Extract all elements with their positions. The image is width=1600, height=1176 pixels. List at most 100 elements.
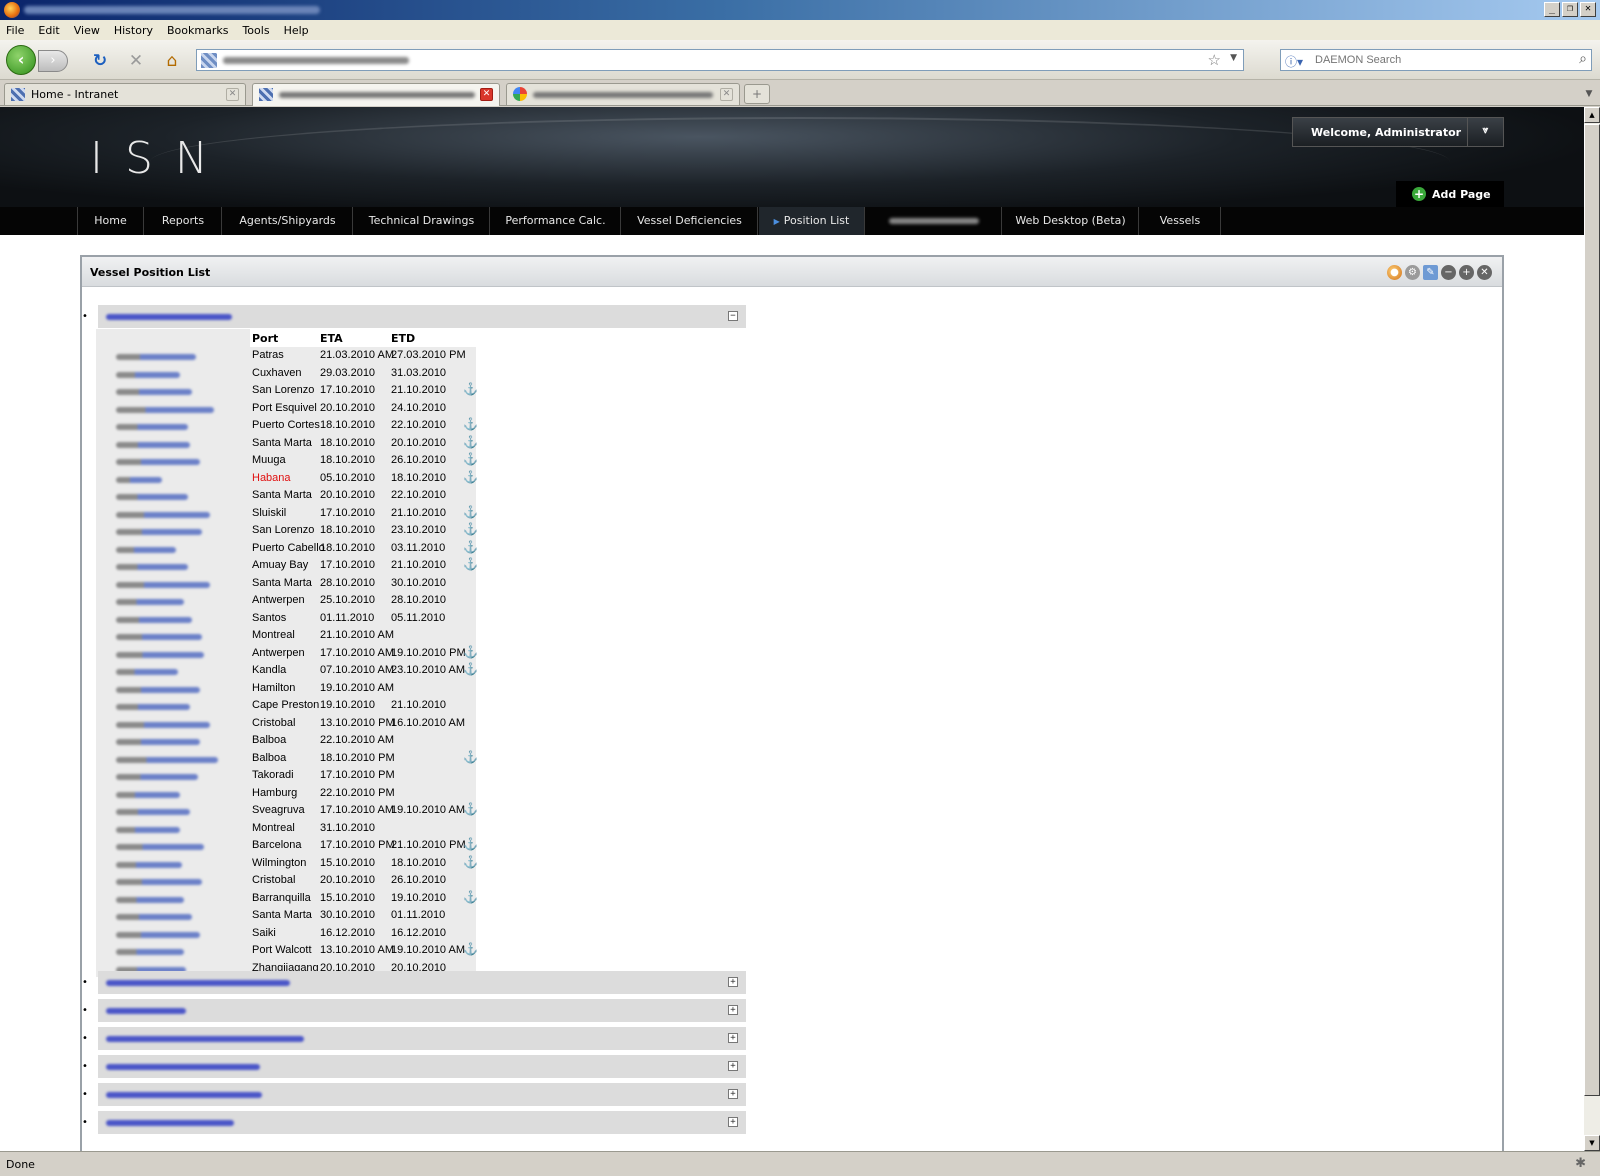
restore-window-button[interactable]: ❐ (1562, 2, 1578, 17)
vessel-name-redacted[interactable] (116, 529, 202, 535)
vessel-name-redacted[interactable] (116, 686, 200, 693)
vessel-name-redacted[interactable] (116, 826, 180, 833)
table-row[interactable]: Habana 05.10.2010 18.10.2010 ⚓ (96, 470, 478, 488)
minimize-icon[interactable]: − (1441, 265, 1456, 280)
bookmark-star-icon[interactable]: ☆ (1208, 51, 1221, 69)
vessel-name-redacted[interactable] (116, 756, 218, 763)
menu-bookmarks[interactable]: Bookmarks (167, 24, 228, 37)
nav-agents-shipyards[interactable]: Agents/Shipyards (223, 207, 353, 235)
vessel-name-redacted[interactable] (116, 389, 192, 395)
tab-home-intranet[interactable]: Home - Intranet ✕ (4, 83, 246, 105)
add-page-button[interactable]: + Add Page (1396, 181, 1504, 207)
table-row[interactable]: Port Esquivel 20.10.2010 24.10.2010 (96, 400, 476, 418)
table-row[interactable]: Patras 21.03.2010 AM 27.03.2010 PM (96, 347, 476, 365)
site-logo[interactable]: ISN (90, 133, 230, 184)
expand-icon[interactable]: + (728, 977, 738, 987)
table-row[interactable]: Santa Marta 28.10.2010 30.10.2010 (96, 575, 476, 593)
welcome-user-menu[interactable]: Welcome, Administrator ⩔ (1292, 117, 1504, 147)
expand-icon[interactable]: + (728, 1033, 738, 1043)
vessel-name-redacted[interactable] (116, 949, 184, 955)
vessel-name-redacted[interactable] (116, 581, 210, 588)
table-row[interactable]: Balboa 22.10.2010 AM (96, 732, 476, 750)
vessel-name-redacted[interactable] (116, 809, 190, 815)
vessel-name-redacted[interactable] (116, 669, 178, 675)
nav-technical-drawings[interactable]: Technical Drawings (354, 207, 490, 235)
menu-help[interactable]: Help (284, 24, 309, 37)
vessel-name-redacted[interactable] (116, 914, 192, 920)
page-scrollbar[interactable]: ▲ ▼ (1584, 107, 1600, 1151)
table-row[interactable]: Kandla 07.10.2010 AM 23.10.2010 AM ⚓ (96, 662, 478, 680)
menu-tools[interactable]: Tools (242, 24, 269, 37)
addon-bug-icon[interactable]: ✱ (1575, 1156, 1586, 1171)
table-row[interactable]: Takoradi 17.10.2010 PM (96, 767, 476, 785)
table-row[interactable]: Muuga 18.10.2010 26.10.2010 ⚓ (96, 452, 478, 470)
close-window-button[interactable]: ✕ (1580, 2, 1596, 17)
vessel-name-redacted[interactable] (116, 476, 162, 483)
back-arrow-icon[interactable]: ‹ (6, 45, 36, 75)
gear-icon[interactable]: ⚙ (1405, 265, 1420, 280)
table-row[interactable]: Montreal 31.10.2010 (96, 820, 476, 838)
menu-view[interactable]: View (74, 24, 100, 37)
maximize-icon[interactable]: + (1459, 265, 1474, 280)
nav-position-list[interactable]: ▶ Position List (759, 207, 865, 235)
vessel-name-redacted[interactable] (116, 739, 200, 745)
nav-home[interactable]: Home (77, 207, 144, 235)
tab-google[interactable]: ✕ (506, 83, 740, 105)
vessel-name-redacted[interactable] (116, 861, 182, 868)
vessel-group-header[interactable]: + (98, 1111, 746, 1134)
url-bar[interactable]: ☆ ▼ (196, 49, 1244, 71)
vessel-name-redacted[interactable] (116, 441, 190, 448)
table-row[interactable]: Antwerpen 17.10.2010 AM 19.10.2010 PM ⚓ (96, 645, 478, 663)
table-row[interactable]: Santos 01.11.2010 05.11.2010 (96, 610, 476, 628)
table-row[interactable]: Santa Marta 20.10.2010 22.10.2010 (96, 487, 476, 505)
close-tab-icon[interactable]: ✕ (226, 88, 239, 101)
table-row[interactable]: Cuxhaven 29.03.2010 31.03.2010 (96, 365, 476, 383)
chevron-down-icon[interactable]: ⩔ (1467, 118, 1503, 146)
expand-icon[interactable]: + (728, 1117, 738, 1127)
vessel-name-redacted[interactable] (116, 651, 204, 658)
vessel-name-redacted[interactable] (116, 774, 198, 780)
close-tab-icon[interactable]: ✕ (720, 88, 733, 101)
table-row[interactable]: Hamilton 19.10.2010 AM (96, 680, 476, 698)
table-row[interactable]: Santa Marta 18.10.2010 20.10.2010 ⚓ (96, 435, 478, 453)
vessel-name-redacted[interactable] (116, 634, 202, 640)
vessel-name-redacted[interactable] (116, 564, 188, 570)
table-row[interactable]: Puerto Cabello 18.10.2010 03.11.2010 ⚓ (96, 540, 478, 558)
table-row[interactable]: Montreal 21.10.2010 AM (96, 627, 476, 645)
vessel-name-redacted[interactable] (116, 791, 180, 798)
vessel-name-redacted[interactable] (116, 879, 202, 885)
table-row[interactable]: Amuay Bay 17.10.2010 21.10.2010 ⚓ (96, 557, 478, 575)
table-row[interactable]: Cape Preston 19.10.2010 21.10.2010 (96, 697, 476, 715)
nav-vessels[interactable]: Vessels (1140, 207, 1221, 235)
vessel-group-header[interactable]: + (98, 999, 746, 1022)
nav-performance-calc[interactable]: Performance Calc. (491, 207, 621, 235)
vessel-name-redacted[interactable] (116, 599, 184, 605)
expand-icon[interactable]: + (728, 1089, 738, 1099)
vessel-name-redacted[interactable] (116, 546, 176, 553)
expand-icon[interactable]: + (728, 1061, 738, 1071)
table-row[interactable]: Balboa 18.10.2010 PM ⚓ (96, 750, 478, 768)
search-bar[interactable]: ⓘ▾ ⌕ (1280, 49, 1592, 71)
nav-vessel-deficiencies[interactable]: Vessel Deficiencies (622, 207, 758, 235)
vessel-name-redacted[interactable] (116, 704, 190, 710)
table-row[interactable]: Santa Marta 30.10.2010 01.11.2010 (96, 907, 476, 925)
vessel-name-redacted[interactable] (116, 494, 188, 500)
nav-reports[interactable]: Reports (145, 207, 222, 235)
vessel-group-header[interactable]: + (98, 1055, 746, 1078)
palette-icon[interactable]: ● (1387, 265, 1402, 280)
vessel-name-redacted[interactable] (116, 844, 204, 850)
vessel-name-redacted[interactable] (116, 424, 188, 430)
vessel-group-header[interactable]: + (98, 971, 746, 994)
menu-edit[interactable]: Edit (38, 24, 59, 37)
vessel-name-redacted[interactable] (116, 354, 196, 360)
home-icon[interactable]: ⌂ (162, 51, 182, 71)
vessel-name-redacted[interactable] (116, 931, 200, 938)
table-row[interactable]: Cristobal 20.10.2010 26.10.2010 (96, 872, 476, 890)
minimize-window-button[interactable]: _ (1544, 2, 1560, 17)
vessel-name-redacted[interactable] (116, 896, 184, 903)
vessel-name-redacted[interactable] (116, 406, 214, 413)
close-tab-icon[interactable]: ✕ (480, 88, 493, 101)
vessel-name-redacted[interactable] (116, 721, 210, 728)
nav-redacted[interactable] (866, 207, 1002, 235)
table-row[interactable]: Hamburg 22.10.2010 PM (96, 785, 476, 803)
